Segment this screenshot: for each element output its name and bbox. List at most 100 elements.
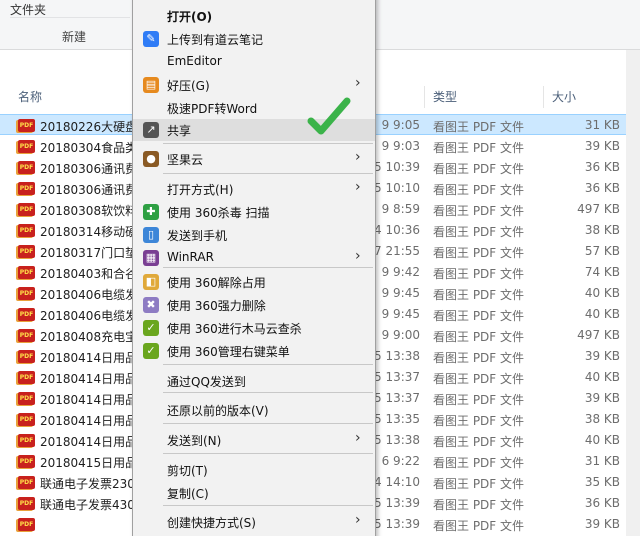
file-size: 31 KB bbox=[584, 118, 620, 132]
ribbon-divider bbox=[10, 17, 130, 18]
share-icon: ↗ bbox=[143, 122, 159, 138]
file-type: 看图王 PDF 文件 bbox=[433, 288, 525, 302]
file-type: 看图王 PDF 文件 bbox=[433, 330, 525, 344]
file-date: 5 10:10 bbox=[374, 181, 420, 195]
file-type: 看图王 PDF 文件 bbox=[433, 519, 525, 533]
column-header-type[interactable]: 类型 bbox=[433, 88, 457, 105]
file-date: 4 10:36 bbox=[374, 223, 420, 237]
pdf-file-icon: PDF bbox=[18, 455, 35, 468]
file-size: 35 KB bbox=[584, 475, 620, 489]
file-size: 497 KB bbox=[577, 328, 620, 342]
menu-item[interactable]: 通过QQ发送到 bbox=[133, 370, 375, 392]
menu-item-label: 发送到(N) bbox=[167, 434, 222, 448]
menu-separator bbox=[163, 392, 373, 393]
file-size: 40 KB bbox=[584, 286, 620, 300]
file-name: 20180414日用品 bbox=[40, 351, 132, 365]
menu-item[interactable]: ✓ 使用 360进行木马云查杀 bbox=[133, 317, 375, 339]
menu-item[interactable]: ✎ 上传到有道云笔记 bbox=[133, 28, 375, 50]
menu-item[interactable]: ◧ 使用 360解除占用 bbox=[133, 271, 375, 293]
file-name: 20180408充电宝 bbox=[40, 330, 132, 344]
vertical-scrollbar[interactable] bbox=[626, 50, 640, 536]
winrar-icon: ▦ bbox=[143, 250, 159, 266]
file-name: 20180317门口垫 bbox=[40, 246, 132, 260]
file-name: 联通电子发票430 bbox=[40, 498, 132, 512]
file-size: 36 KB bbox=[584, 496, 620, 510]
file-date: 9 9:03 bbox=[381, 139, 420, 153]
file-date: 5 13:37 bbox=[374, 370, 420, 384]
file-size: 40 KB bbox=[584, 307, 620, 321]
pdf-file-icon: PDF bbox=[18, 224, 35, 237]
menu-item[interactable]: 还原以前的版本(V) bbox=[133, 399, 375, 421]
file-size: 31 KB bbox=[584, 454, 620, 468]
file-type: 看图王 PDF 文件 bbox=[433, 309, 525, 323]
file-type: 看图王 PDF 文件 bbox=[433, 351, 525, 365]
menu-item[interactable]: ✓ 使用 360管理右键菜单 bbox=[133, 340, 375, 362]
pdf-file-icon: PDF bbox=[18, 245, 35, 258]
file-date: 6 9:22 bbox=[381, 454, 420, 468]
file-name: 20180314移动硬 bbox=[40, 225, 132, 239]
file-date: 9 9:00 bbox=[381, 328, 420, 342]
menu-item[interactable]: 打开方式(H) › bbox=[133, 178, 375, 200]
menu-item-label: 还原以前的版本(V) bbox=[167, 404, 269, 418]
column-divider[interactable] bbox=[424, 86, 425, 108]
file-type: 看图王 PDF 文件 bbox=[433, 225, 525, 239]
file-type: 看图王 PDF 文件 bbox=[433, 435, 525, 449]
menu-item-label: 剪切(T) bbox=[167, 464, 208, 478]
column-header-size[interactable]: 大小 bbox=[552, 88, 576, 105]
menu-item[interactable]: ▯ 发送到手机 bbox=[133, 224, 375, 246]
file-date: 9 9:42 bbox=[381, 265, 420, 279]
file-size: 38 KB bbox=[584, 223, 620, 237]
folder-group-label: 文件夹 bbox=[10, 3, 47, 17]
check-mark-icon bbox=[307, 97, 351, 135]
360-antivirus-icon: ✚ bbox=[143, 204, 159, 220]
pdf-file-icon: PDF bbox=[18, 266, 35, 279]
360-trojan-icon: ✓ bbox=[143, 320, 159, 336]
menu-item[interactable]: ✚ 使用 360杀毒 扫描 bbox=[133, 201, 375, 223]
column-divider[interactable] bbox=[543, 86, 544, 108]
file-size: 39 KB bbox=[584, 517, 620, 531]
file-type: 看图王 PDF 文件 bbox=[433, 372, 525, 386]
file-name: 20180226大硬盘 bbox=[40, 120, 132, 134]
pdf-file-icon: PDF bbox=[18, 287, 35, 300]
menu-item[interactable]: EmEditor bbox=[133, 51, 375, 73]
menu-item-label: WinRAR bbox=[167, 250, 214, 264]
file-type: 看图王 PDF 文件 bbox=[433, 393, 525, 407]
file-name: 20180414日用品 bbox=[40, 414, 132, 428]
file-date: 5 13:38 bbox=[374, 349, 420, 363]
context-menu: 打开(O) ✎ 上传到有道云笔记 EmEditor ▤ 好压(G) › 极速PDF转Word ↗… bbox=[132, 0, 376, 536]
menu-item[interactable]: 剪切(T) bbox=[133, 459, 375, 481]
jianguoyun-icon: ● bbox=[143, 151, 159, 167]
pdf-file-icon: PDF bbox=[18, 350, 35, 363]
file-name: 20180308软饮料 bbox=[40, 204, 132, 218]
file-type: 看图王 PDF 文件 bbox=[433, 477, 525, 491]
menu-item[interactable]: 发送到(N) › bbox=[133, 429, 375, 451]
pdf-file-icon: PDF bbox=[18, 140, 35, 153]
menu-item[interactable]: 创建快捷方式(S) › bbox=[133, 511, 375, 533]
column-header-name[interactable]: 名称 bbox=[18, 88, 42, 105]
menu-item[interactable]: 复制(C) bbox=[133, 482, 375, 504]
file-name: 20180406电缆发 bbox=[40, 309, 132, 323]
file-type: 看图王 PDF 文件 bbox=[433, 120, 525, 134]
new-group-label: 新建 bbox=[62, 30, 87, 44]
menu-item[interactable]: ▦ WinRAR › bbox=[133, 247, 375, 269]
menu-item-label: 打开(O) bbox=[167, 10, 213, 24]
menu-separator bbox=[163, 505, 373, 506]
file-type: 看图王 PDF 文件 bbox=[433, 141, 525, 155]
pdf-file-icon: PDF bbox=[18, 119, 35, 132]
file-name: 20180414日用品 bbox=[40, 435, 132, 449]
file-size: 39 KB bbox=[584, 139, 620, 153]
menu-separator bbox=[163, 173, 373, 174]
menu-item[interactable]: 打开(O) bbox=[133, 5, 375, 27]
menu-item[interactable]: ● 坚果云 › bbox=[133, 148, 375, 170]
file-date: 5 13:39 bbox=[374, 517, 420, 531]
chevron-right-icon: › bbox=[355, 75, 361, 91]
menu-separator bbox=[163, 364, 373, 365]
file-date: 9 9:05 bbox=[381, 118, 420, 132]
menu-item[interactable]: ✖ 使用 360强力删除 bbox=[133, 294, 375, 316]
file-size: 38 KB bbox=[584, 412, 620, 426]
menu-item-label: 极速PDF转Word bbox=[167, 102, 258, 116]
pdf-file-icon: PDF bbox=[18, 308, 35, 321]
pdf-file-icon: PDF bbox=[18, 182, 35, 195]
menu-item[interactable]: ▤ 好压(G) › bbox=[133, 74, 375, 96]
file-name: 20180306通讯费 bbox=[40, 183, 132, 197]
